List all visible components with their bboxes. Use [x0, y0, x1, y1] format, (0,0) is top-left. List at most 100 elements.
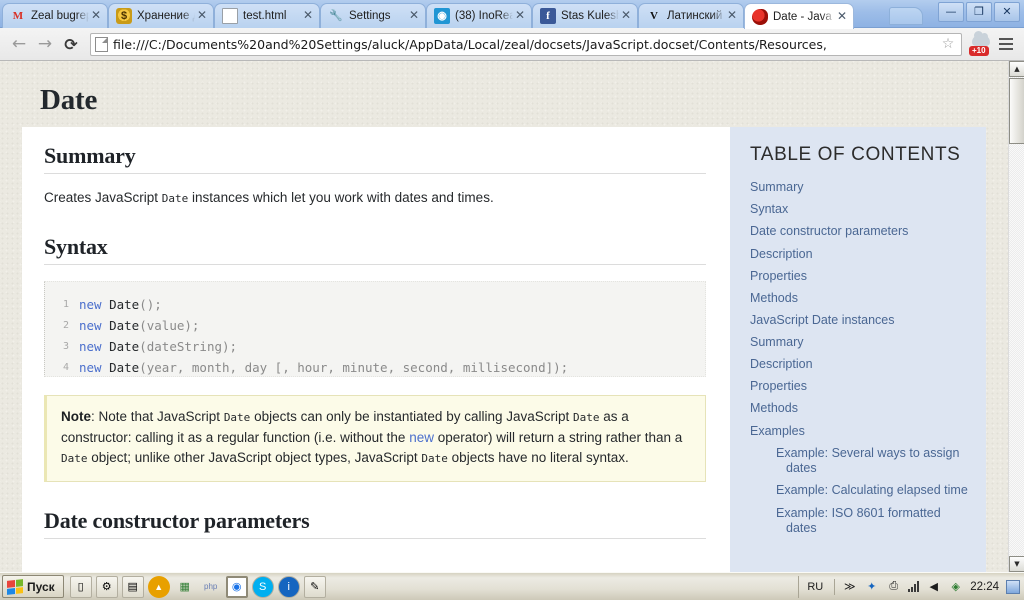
- close-button[interactable]: ✕: [994, 2, 1020, 22]
- code-keyword: new: [79, 297, 102, 313]
- battery-icon[interactable]: ▯: [69, 575, 92, 598]
- tab-close-icon[interactable]: ✕: [513, 9, 527, 23]
- browser-toolbar: ← → ⟳ file:///C:/Documents%20and%20Setti…: [0, 28, 1024, 61]
- maximize-button[interactable]: ❐: [966, 2, 992, 22]
- note-code-1: Date: [223, 411, 251, 425]
- taskbar-clock[interactable]: 22:24: [970, 581, 999, 593]
- heading-summary: Summary: [44, 143, 706, 174]
- new-tab-button[interactable]: [889, 7, 923, 25]
- tab-close-icon[interactable]: ✕: [725, 9, 739, 23]
- code-line-number: 4: [62, 362, 69, 374]
- tab-close-icon[interactable]: ✕: [407, 9, 421, 23]
- page-scrollbar[interactable]: ▲ ▼: [1008, 61, 1024, 572]
- tab-label: Date - Java: [773, 10, 832, 23]
- toc-link[interactable]: Summary: [750, 180, 972, 196]
- php-icon[interactable]: php: [200, 576, 222, 598]
- paint-icon[interactable]: ✎: [303, 575, 326, 598]
- info-icon[interactable]: i: [277, 575, 300, 598]
- note-label: Note: [61, 409, 91, 425]
- tray-expand-icon[interactable]: ≫: [842, 579, 857, 594]
- address-bar-url[interactable]: file:///C:/Documents%20and%20Settings/al…: [113, 37, 939, 52]
- network-config-icon[interactable]: ⚙: [95, 575, 118, 598]
- tab-label: (38) InoRea: [455, 10, 513, 22]
- code-line-number: 1: [62, 299, 69, 311]
- back-icon[interactable]: ←: [6, 31, 32, 57]
- browser-tab[interactable]: V Латинский ✕: [638, 3, 744, 28]
- summary-paragraph: Creates JavaScript Date instances which …: [44, 188, 706, 208]
- tab-close-icon[interactable]: ✕: [619, 9, 633, 23]
- forward-icon[interactable]: →: [32, 31, 58, 57]
- note-t1: : Note that JavaScript: [91, 409, 224, 425]
- toc-link[interactable]: Description: [750, 357, 972, 373]
- browser-tab[interactable]: M Zeal bugrep ✕: [2, 3, 108, 28]
- toc-link[interactable]: JavaScript Date instances: [750, 313, 972, 329]
- note-t2: objects can only be instantiated by call…: [250, 409, 573, 425]
- tray-divider: [834, 578, 836, 595]
- tab-close-icon[interactable]: ✕: [195, 9, 209, 23]
- browser-tab[interactable]: test.html ✕: [214, 3, 320, 28]
- toc-link[interactable]: Examples: [750, 424, 972, 440]
- toc-link[interactable]: Example: Several ways to assign dates: [776, 446, 972, 477]
- chrome-menu-icon[interactable]: [994, 31, 1018, 57]
- javascript-docset-icon: [752, 8, 768, 25]
- tab-close-icon[interactable]: ✕: [301, 9, 315, 23]
- page-content: Date Summary Creates JavaScript Date ins…: [0, 61, 1008, 572]
- scroll-down-icon[interactable]: ▼: [1009, 556, 1024, 572]
- minimize-button[interactable]: —: [938, 2, 964, 22]
- code-line: 3 new Date (dateString);: [45, 336, 695, 357]
- browser-window: M Zeal bugrep ✕ $ Хранение д ✕ test.html ✕ 🔧 Sett…: [0, 0, 1024, 600]
- skype-icon[interactable]: S: [251, 575, 274, 598]
- article-body: Summary Creates JavaScript Date instance…: [22, 127, 730, 572]
- pocket-extension-icon[interactable]: +10: [968, 31, 994, 57]
- extension-badge: +10: [969, 46, 989, 56]
- heading-constructor-parameters: Date constructor parameters: [44, 508, 706, 539]
- toc-link[interactable]: Example: ISO 8601 formatted dates: [776, 506, 972, 537]
- scrollbar-thumb[interactable]: [1009, 78, 1024, 144]
- toc-link[interactable]: Properties: [750, 269, 972, 285]
- toc-link[interactable]: Methods: [750, 291, 972, 307]
- start-button[interactable]: Пуск: [2, 575, 64, 598]
- browser-tab[interactable]: $ Хранение д ✕: [108, 3, 214, 28]
- signal-bars-icon[interactable]: [908, 581, 920, 592]
- toc-link[interactable]: Properties: [750, 379, 972, 395]
- bluetooth-icon[interactable]: ✦: [864, 579, 879, 594]
- note-callout: Note: Note that JavaScript Date objects …: [44, 395, 706, 482]
- scroll-up-icon[interactable]: ▲: [1009, 61, 1024, 77]
- toc-link[interactable]: Example: Calculating elapsed time: [776, 483, 972, 499]
- code-line-number: 2: [62, 320, 69, 332]
- summary-text-post: instances which let you work with dates …: [188, 190, 494, 205]
- tab-close-icon[interactable]: ✕: [89, 9, 103, 23]
- amp-icon[interactable]: ▲: [147, 575, 170, 598]
- toc-link[interactable]: Syntax: [750, 202, 972, 218]
- heading-syntax: Syntax: [44, 234, 706, 266]
- volume-icon[interactable]: ◀: [926, 579, 941, 594]
- chrome-icon[interactable]: ◉: [225, 575, 248, 598]
- toc-link[interactable]: Summary: [750, 335, 972, 351]
- browser-tab[interactable]: Date - Java ✕: [744, 3, 854, 29]
- page-info-icon: [95, 36, 108, 52]
- money-icon: $: [116, 8, 132, 24]
- tab-label: test.html: [243, 10, 287, 22]
- windows-logo-icon: [7, 578, 23, 595]
- browser-tab[interactable]: 🔧 Settings ✕: [320, 3, 426, 28]
- bookmark-star-icon[interactable]: ☆: [939, 36, 957, 52]
- tab-label: Stas Kulesh: [561, 10, 619, 22]
- usb-safely-remove-icon[interactable]: ⎙: [886, 579, 901, 594]
- toc-link[interactable]: Date constructor parameters: [750, 224, 972, 240]
- reload-icon[interactable]: ⟳: [58, 31, 84, 57]
- security-shield-icon[interactable]: ◈: [948, 579, 963, 594]
- toc-link[interactable]: Methods: [750, 401, 972, 417]
- tray-language-indicator[interactable]: RU: [807, 581, 823, 593]
- address-bar[interactable]: file:///C:/Documents%20and%20Settings/al…: [90, 32, 962, 56]
- toc-link[interactable]: Description: [750, 247, 972, 263]
- start-button-label: Пуск: [27, 579, 55, 594]
- tab-label: Хранение д: [137, 10, 195, 22]
- code-punctuation: (year, month, day [, hour, minute, secon…: [139, 360, 569, 376]
- tab-close-icon[interactable]: ✕: [835, 9, 849, 24]
- rss-icon: ◉: [434, 8, 450, 24]
- browser-tab[interactable]: f Stas Kulesh ✕: [532, 3, 638, 28]
- calculator-icon[interactable]: ▦: [174, 576, 196, 598]
- show-desktop-icon[interactable]: [1006, 579, 1020, 594]
- notepad-icon[interactable]: ▤: [121, 575, 144, 598]
- browser-tab[interactable]: ◉ (38) InoRea ✕: [426, 3, 532, 28]
